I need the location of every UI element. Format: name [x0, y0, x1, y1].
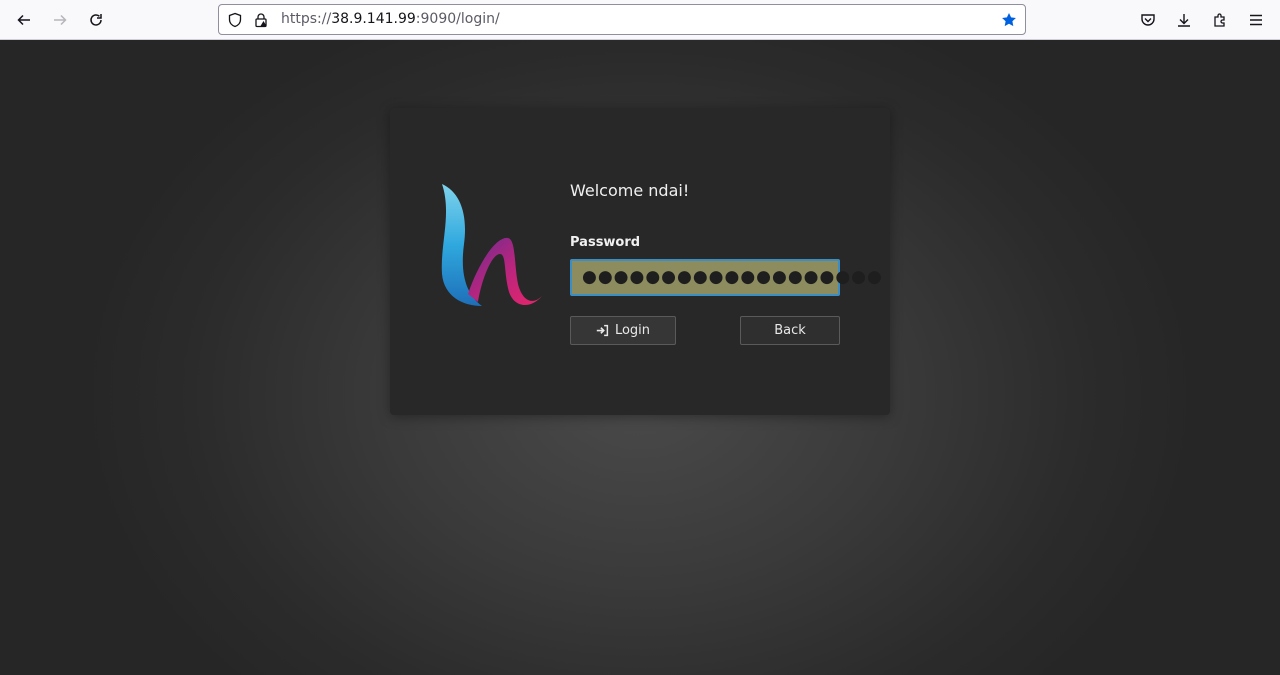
- downloads-button[interactable]: [1170, 6, 1198, 34]
- back-button[interactable]: [10, 6, 38, 34]
- login-card: Welcome ndai! Password ●●●●●●●●●●●●●●●●●…: [390, 108, 890, 415]
- sign-in-icon: [596, 324, 609, 337]
- reload-button[interactable]: [82, 6, 110, 34]
- extensions-icon: [1214, 13, 1225, 27]
- url-text[interactable]: https://38.9.141.99:9090/login/: [281, 5, 500, 34]
- lock-icon[interactable]: [253, 12, 269, 28]
- forward-button[interactable]: [46, 6, 74, 34]
- login-button-label: Login: [614, 323, 651, 338]
- login-page: Welcome ndai! Password ●●●●●●●●●●●●●●●●●…: [0, 40, 1280, 675]
- welcome-heading: Welcome ndai!: [570, 181, 690, 200]
- back-button-label: Back: [774, 323, 806, 338]
- app-logo: [441, 184, 542, 306]
- password-label: Password: [570, 235, 641, 250]
- app-menu-button[interactable]: [1242, 6, 1270, 34]
- menu-icon: [1250, 14, 1262, 26]
- pocket-button[interactable]: [1134, 6, 1162, 34]
- pocket-icon: [1141, 14, 1155, 26]
- extensions-button[interactable]: [1206, 6, 1234, 34]
- shield-icon[interactable]: [227, 12, 243, 28]
- reload-icon: [90, 14, 102, 26]
- download-icon: [1178, 14, 1190, 27]
- back-icon: [17, 14, 30, 26]
- forward-icon: [54, 14, 67, 26]
- bookmark-star-icon[interactable]: [1001, 12, 1017, 28]
- url-bar[interactable]: https://38.9.141.99:9090/login/: [218, 4, 1026, 35]
- browser-toolbar: https://38.9.141.99:9090/login/: [0, 0, 1280, 40]
- password-input[interactable]: ●●●●●●●●●●●●●●●●●●●: [570, 259, 882, 296]
- url-scheme: https://: [281, 11, 332, 27]
- url-host: 38.9.141.99: [331, 11, 416, 27]
- login-button[interactable]: Login: [570, 316, 676, 345]
- url-path: :9090/login/: [415, 11, 500, 27]
- back-link-button[interactable]: Back: [740, 316, 840, 345]
